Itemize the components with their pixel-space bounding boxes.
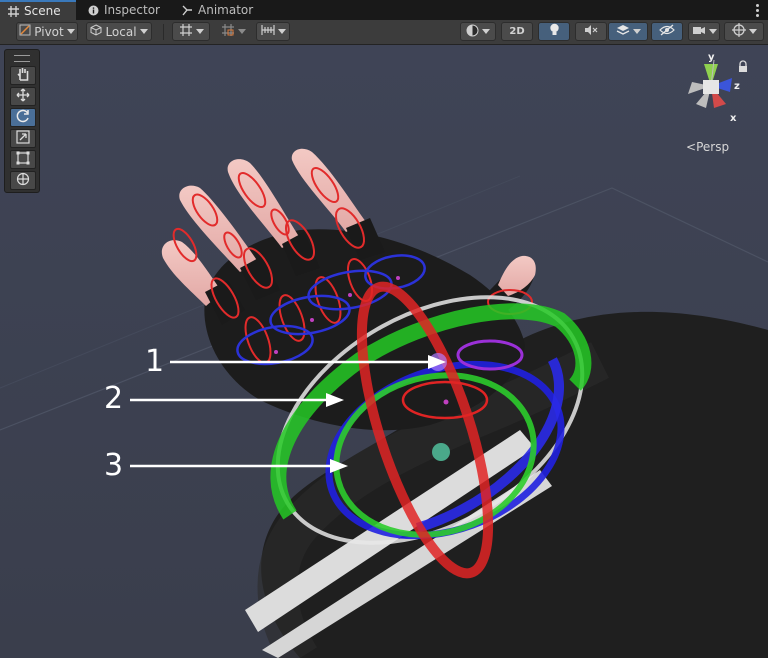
pivot-label: Pivot [34,24,64,39]
move-icon [16,88,30,105]
tab-animator[interactable]: Animator [174,0,260,20]
axis-cube-icon [688,59,747,108]
scene-visibility-button[interactable] [651,22,683,41]
toggle-2d-button[interactable]: 2D [501,22,533,41]
scene-toolbar: Pivot Local 2D [0,20,768,45]
hand-tool-button[interactable] [10,66,36,85]
gizmos-dropdown[interactable] [724,22,764,41]
transform-tool-button[interactable] [10,171,36,190]
hand-icon [16,67,30,84]
annotation-label-1: 1 [145,344,165,379]
rect-tool-button[interactable] [10,150,36,169]
annotation-label-3: 3 [104,448,124,483]
cube-icon [90,24,102,39]
scene-render [0,45,768,658]
grid-snap-icon [179,23,193,40]
gizmo-icon [731,23,746,40]
ruler-icon [260,24,275,39]
more-options-icon[interactable] [752,2,762,18]
chevron-down-icon [237,29,246,34]
y-axis-label: y [708,52,715,63]
lighting-toggle-button[interactable] [538,22,570,41]
pivot-dropdown[interactable]: Pivot [16,22,78,41]
transform-icon [16,172,30,189]
local-label: Local [105,24,137,39]
x-axis-label: x [730,113,737,124]
rect-icon [16,151,30,168]
local-dropdown[interactable]: Local [86,22,152,41]
chevron-down-icon [277,29,286,34]
snap-increment-dropdown[interactable] [216,22,250,41]
chevron-down-icon [66,29,75,34]
tab-scene[interactable]: Scene [0,0,76,20]
z-axis-label: z [734,81,740,92]
scale-tool-button[interactable] [10,129,36,148]
tab-inspector[interactable]: Inspector [80,0,172,20]
rotate-icon [16,109,30,126]
chevron-down-icon [748,29,757,34]
camera-icon [692,25,706,39]
projection-toggle[interactable]: <Persp [686,140,729,154]
chevron-down-icon [708,29,717,34]
camera-dropdown[interactable] [688,22,720,41]
rotate-tool-button[interactable] [10,108,36,127]
scene-viewport[interactable]: y z x <Persp 1 2 3 [0,45,768,658]
shading-sphere-icon [466,24,479,40]
draw-mode-dropdown[interactable] [460,22,496,41]
eye-hidden-icon [659,24,675,39]
tab-scene-label: Scene [24,4,61,18]
pivot-icon [19,24,31,39]
toggle-2d-label: 2D [509,26,525,37]
chevron-down-icon [482,29,490,34]
persp-label: Persp [696,140,730,154]
palette-grip[interactable] [14,55,30,62]
grid-snap-dropdown[interactable] [172,22,210,41]
chevron-left-icon: < [686,140,697,154]
tab-bar: Scene Inspector Animator [0,0,768,21]
lightbulb-icon [549,23,560,40]
chevron-down-icon [632,29,641,34]
tab-inspector-label: Inspector [104,3,160,17]
effects-dropdown[interactable] [608,22,648,41]
chevron-down-icon [195,29,204,34]
audio-toggle-button[interactable] [575,22,607,41]
animator-icon [182,5,193,16]
tab-animator-label: Animator [198,3,254,17]
layers-icon [616,24,630,39]
mute-icon [584,24,598,39]
tool-palette [4,49,40,193]
move-tool-button[interactable] [10,87,36,106]
info-icon [88,5,99,16]
grid-icon [8,5,19,17]
snap-grid-icon [221,23,235,40]
annotation-label-2: 2 [104,381,124,416]
scale-icon [16,130,30,147]
chevron-down-icon [139,29,148,34]
ruler-dropdown[interactable] [256,22,290,41]
